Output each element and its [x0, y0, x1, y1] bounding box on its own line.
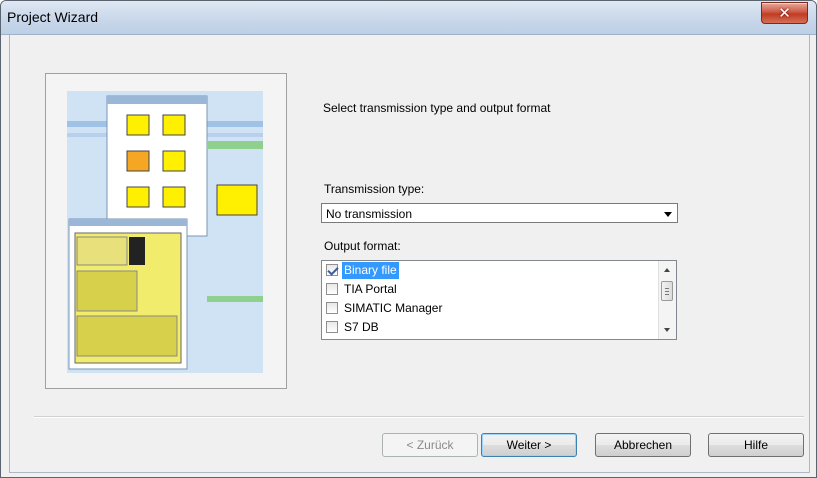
checkbox[interactable] [326, 302, 338, 314]
checkbox[interactable] [326, 321, 338, 333]
list-item[interactable]: Binary file [322, 261, 657, 280]
list-item-label: S7 DB [344, 320, 379, 334]
list-item[interactable]: TIA Portal [322, 280, 657, 299]
back-button[interactable]: < Zurück [382, 433, 478, 457]
output-format-label: Output format: [324, 239, 401, 253]
close-button[interactable]: ✕ [761, 2, 808, 24]
vertical-scrollbar[interactable] [658, 261, 676, 339]
list-item-label: TIA Portal [344, 282, 397, 296]
chevron-down-icon[interactable] [664, 212, 672, 217]
list-item[interactable]: S7 DB [322, 318, 657, 337]
wizard-image-frame [45, 73, 287, 389]
list-item[interactable]: SIMATIC Manager [322, 299, 657, 318]
checkbox[interactable] [326, 283, 338, 295]
project-wizard-window: Project Wizard ✕ Select transmission typ… [0, 0, 817, 478]
transmission-type-value: No transmission [326, 207, 413, 221]
scroll-thumb[interactable] [661, 281, 673, 301]
wizard-heading: Select transmission type and output form… [323, 101, 551, 115]
divider [34, 416, 804, 418]
wizard-illustration [67, 91, 263, 373]
list-item-label: SIMATIC Manager [344, 301, 443, 315]
scroll-down-icon[interactable] [664, 328, 670, 332]
checkbox[interactable] [326, 264, 338, 276]
dialog-content: Select transmission type and output form… [9, 35, 810, 473]
cancel-button[interactable]: Abbrechen [595, 433, 691, 457]
next-button[interactable]: Weiter > [481, 433, 577, 457]
scroll-up-icon[interactable] [664, 268, 670, 272]
title-bar[interactable]: Project Wizard ✕ [1, 1, 816, 35]
list-item-label: Binary file [342, 262, 399, 279]
transmission-type-select[interactable]: No transmission [321, 203, 678, 223]
help-button[interactable]: Hilfe [708, 433, 804, 457]
close-icon: ✕ [778, 4, 791, 22]
output-format-list[interactable]: Binary file TIA Portal SIMATIC Manager S… [321, 260, 677, 340]
transmission-type-label: Transmission type: [324, 182, 425, 196]
window-title: Project Wizard [7, 9, 99, 25]
